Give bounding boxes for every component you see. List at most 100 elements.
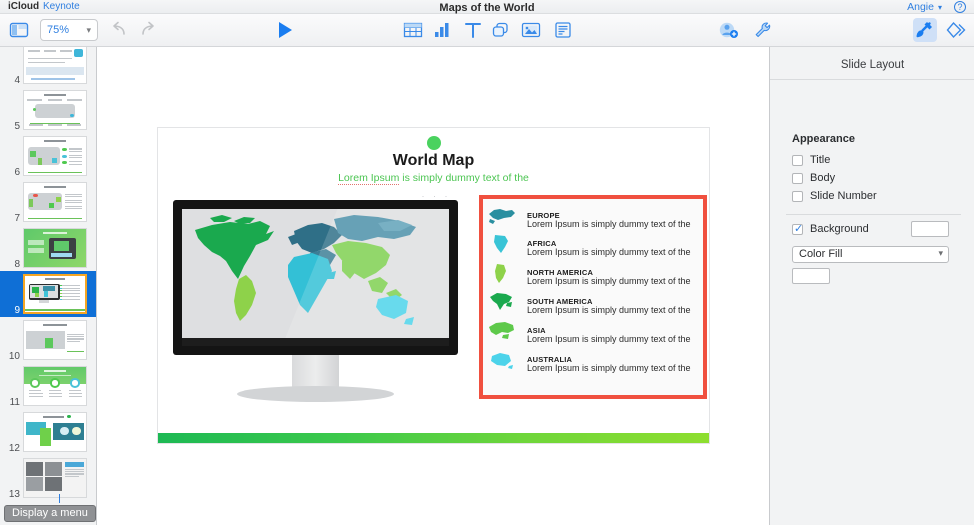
south-america-icon (495, 264, 506, 283)
appearance-label: Appearance (792, 133, 855, 145)
subtitle-lorem: Lorem Ipsum (338, 172, 400, 185)
continent-body: Lorem Ipsum is simply dummy text of the (527, 219, 691, 229)
format-button[interactable] (913, 18, 937, 42)
thumbnail-image (23, 182, 87, 222)
play-icon[interactable] (274, 19, 296, 41)
redo-icon[interactable] (137, 20, 159, 40)
slide-number: 11 (9, 397, 20, 408)
slide-thumbnail-8[interactable]: 8 (0, 225, 96, 271)
slide-thumbnail-7[interactable]: 7 (0, 179, 96, 225)
continent-list-textbox[interactable]: EUROPE Lorem Ipsum is simply dummy text … (479, 195, 707, 399)
thumbnail-image (23, 458, 87, 498)
undo-icon[interactable] (108, 20, 130, 40)
subtitle-rest: is simply dummy text of the (399, 172, 529, 184)
checkbox-body-label: Body (810, 172, 836, 184)
slide-number: 6 (14, 167, 20, 178)
user-menu[interactable]: Angie ▾ (907, 1, 942, 13)
document-title[interactable]: Maps of the World (0, 2, 974, 14)
background-color-swatch[interactable] (911, 221, 949, 237)
slide-number: 4 (14, 75, 20, 86)
shape-icon[interactable] (490, 20, 512, 45)
slide-thumbnail-13[interactable]: 13 (0, 455, 96, 501)
slide-thumbnail-4[interactable]: 4 (0, 47, 96, 87)
chevron-down-icon: ▾ (938, 248, 943, 258)
fill-color-swatch[interactable] (792, 268, 830, 284)
zoom-select[interactable]: 75% ▾ (40, 19, 98, 41)
main-toolbar: 75% ▾ (0, 14, 974, 47)
continent-body: Lorem Ipsum is simply dummy text of the (527, 363, 691, 373)
inspector-title: Slide Layout (840, 59, 905, 71)
title-bar: iCloud Keynote Maps of the World Angie ▾ … (0, 0, 974, 14)
checkbox-title[interactable] (792, 155, 803, 166)
slide-number: 13 (8, 489, 20, 500)
slide-green-bar (158, 433, 709, 443)
thumbnail-image (23, 366, 87, 406)
inspector-divider (770, 79, 974, 80)
slide-number: 9 (14, 305, 20, 316)
slide-thumbnail-6[interactable]: 6 (0, 133, 96, 179)
continent-body: Lorem Ipsum is simply dummy text of the (527, 247, 691, 257)
checkbox-title-label: Title (810, 154, 831, 166)
user-name-label: Angie (907, 1, 934, 13)
asia-icon (489, 322, 514, 339)
continent-body: Lorem Ipsum is simply dummy text of the (527, 276, 691, 286)
text-caret (59, 494, 60, 503)
slide-subtitle[interactable]: Lorem Ipsum is simply dummy text of the (158, 172, 709, 185)
monitor-illustration[interactable] (173, 200, 458, 402)
thumbnail-image (23, 47, 87, 84)
add-person-icon[interactable] (718, 20, 740, 45)
africa-icon (494, 235, 508, 253)
continent-body: Lorem Ipsum is simply dummy text of the (527, 305, 691, 315)
slide-thumbnail-9[interactable]: 9 (0, 271, 96, 317)
comment-icon[interactable] (552, 20, 574, 45)
wrench-icon[interactable] (752, 20, 774, 45)
slide-canvas-area[interactable]: World Map Lorem Ipsum is simply dummy te… (97, 47, 769, 525)
thumbnail-image (23, 90, 87, 130)
checkbox-slide-number-label: Slide Number (810, 190, 877, 202)
checkbox-slide-number[interactable] (792, 191, 803, 202)
animate-button[interactable] (944, 18, 968, 42)
thumbnail-image (23, 320, 87, 360)
checkbox-background-label: Background (810, 223, 869, 235)
slide-thumbnail-5[interactable]: 5 (0, 87, 96, 133)
slide-number: 8 (14, 259, 20, 270)
zoom-value: 75% (47, 24, 70, 36)
fill-type-value: Color Fill (799, 248, 843, 260)
text-icon[interactable] (462, 20, 484, 45)
green-dot-decoration (426, 136, 441, 150)
continent-body: Lorem Ipsum is simply dummy text of the (527, 334, 691, 344)
format-inspector[interactable]: Slide Layout Appearance Title Body Slide… (769, 47, 974, 525)
table-icon[interactable] (402, 20, 424, 45)
slide-number: 10 (8, 351, 20, 362)
slide-title[interactable]: World Map (158, 152, 709, 170)
help-icon[interactable]: ? (954, 1, 966, 13)
slide-thumbnail-11[interactable]: 11 (0, 363, 96, 409)
slide-navigator[interactable]: 4 5 6 7 8 9 10 11 12 13 (0, 47, 97, 525)
slide-number: 7 (14, 213, 20, 224)
checkbox-body[interactable] (792, 173, 803, 184)
monitor-stand-base (237, 386, 394, 402)
thumbnail-image (23, 228, 87, 268)
monitor-screen (182, 209, 449, 338)
thumbnail-image (23, 136, 87, 176)
europe-icon (489, 209, 515, 224)
view-navigator-icon[interactable] (8, 20, 30, 40)
slide-thumbnail-12[interactable]: 12 (0, 409, 96, 455)
slide-number: 5 (14, 121, 20, 132)
thumbnail-image (23, 412, 87, 452)
slide-thumbnail-10[interactable]: 10 (0, 317, 96, 363)
north-america-icon (490, 293, 512, 310)
fill-type-select[interactable]: Color Fill ▾ (792, 246, 949, 263)
australia-icon (491, 353, 513, 369)
slide-number: 12 (8, 443, 20, 454)
chart-icon[interactable] (432, 20, 454, 45)
chevron-down-icon: ▾ (86, 25, 91, 35)
thumbnail-image (23, 274, 87, 314)
checkbox-background[interactable] (792, 222, 803, 235)
monitor-bezel (182, 338, 449, 346)
inspector-divider-2 (786, 214, 961, 215)
tooltip: Display a menu (4, 505, 96, 522)
chevron-down-icon: ▾ (937, 3, 942, 12)
current-slide[interactable]: World Map Lorem Ipsum is simply dummy te… (158, 128, 709, 443)
media-icon[interactable] (520, 20, 542, 45)
